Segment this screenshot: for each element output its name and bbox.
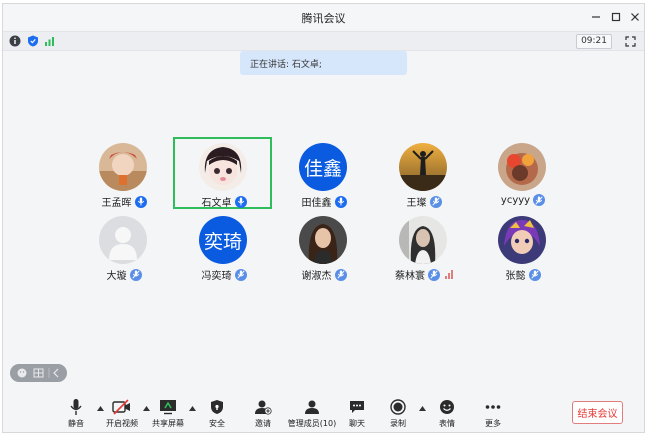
fullscreen-button[interactable] [624,35,636,47]
meeting-info-button[interactable] [9,35,21,47]
avatar: 佳鑫 [299,143,347,191]
meeting-timer: 09:21 [576,34,612,49]
participant-tile[interactable]: 蔡林寰 [374,214,474,282]
participant-tile[interactable]: ycyyy [473,141,573,207]
gallery-icon [33,368,44,378]
avatar [99,143,147,191]
microphone-muted-icon [129,268,142,281]
add-user-icon [255,400,272,415]
participant-name: 蔡林寰 [395,271,425,282]
maximize-button[interactable] [608,9,624,25]
maximize-icon [611,12,621,22]
info-icon [9,35,21,47]
security-button[interactable]: 安全 [197,398,237,429]
participant-name: 石文卓 [201,198,232,209]
title-bar: 腾讯会议 [3,4,644,30]
speaking-banner: 正在讲话: 石文卓; [240,51,407,75]
speaking-text: 正在讲话: 石文卓; [250,60,322,70]
avatar [399,216,447,264]
record-options-button[interactable] [418,405,426,411]
emoji-icon [17,368,27,378]
participant-name: 王璨 [406,198,427,209]
avatar [498,216,546,264]
participant-tile[interactable]: 王璨 [374,141,474,209]
meeting-toolbar: 静音 开启视频 共享屏幕 安全 邀请 管理成员(10) 聊天 录制 表情 更多 [3,392,644,432]
emoji-icon [440,400,454,414]
caret-up-icon [418,405,426,411]
record-button[interactable]: 录制 [378,398,418,429]
reactions-button[interactable]: 表情 [427,398,467,429]
shield-icon [211,400,223,414]
participant-tile[interactable]: 石文卓 [174,141,274,209]
chevron-left-icon [53,368,59,378]
participant-name: 谢淑杰 [301,271,332,282]
microphone-muted-icon [533,194,546,206]
more-icon [485,405,501,409]
microphone-icon [70,399,82,415]
participant-name: 田佳鑫 [301,198,332,209]
floating-view-controls [10,364,67,382]
participant-tile[interactable]: 谢淑杰 [274,214,374,282]
microphone-muted-icon [234,268,247,281]
meeting-window: 腾讯会议 09:21 正在讲话: 石文卓; 王孟晖 石文卓 佳鑫 田佳鑫 王璨 … [2,3,645,433]
record-icon [390,399,406,415]
microphone-muted-icon [429,195,442,208]
participant-name: ycyyy [500,194,531,206]
participant-tile[interactable]: 大璇 [74,214,174,282]
avatar [199,143,247,191]
more-button[interactable]: 更多 [473,398,513,429]
microphone-icon [334,195,347,208]
close-button[interactable] [627,9,643,25]
invite-button[interactable]: 邀请 [243,398,283,429]
participant-tile[interactable]: 王孟晖 [74,141,174,209]
caret-up-icon [188,405,196,411]
status-bar: 09:21 [3,31,644,51]
members-icon [305,400,319,414]
participant-tile[interactable]: 佳鑫 田佳鑫 [274,141,374,209]
participant-tile[interactable]: 奕琦 冯奕琦 [174,214,274,282]
shield-icon [28,35,38,47]
share-screen-button[interactable]: 共享屏幕 [148,398,188,429]
chat-icon [350,401,364,413]
start-video-button[interactable]: 开启视频 [102,398,142,429]
avatar: 奕琦 [199,216,247,264]
end-meeting-button[interactable]: 结束会议 [572,401,623,424]
avatar [399,143,447,191]
mute-button[interactable]: 静音 [56,398,96,429]
participant-name: 冯奕琦 [201,271,232,282]
share-screen-icon [160,400,176,415]
close-icon [631,13,639,21]
fullscreen-icon [624,35,636,47]
audio-level-icon [445,270,453,279]
window-title: 腾讯会议 [301,12,346,25]
signal-bars-icon [45,37,54,46]
avatar [498,143,546,191]
microphone-muted-icon [428,268,440,281]
participant-name: 张懿 [505,271,526,282]
chat-button[interactable]: 聊天 [337,398,377,429]
microphone-muted-icon [528,268,541,281]
microphone-icon [134,195,147,208]
microphone-icon [234,195,247,208]
microphone-muted-icon [334,268,347,281]
participant-name: 王孟晖 [101,198,132,209]
minimize-icon [592,16,600,18]
manage-members-button[interactable]: 管理成员(10) [288,398,336,429]
camera-off-icon [112,399,130,415]
network-status-button[interactable] [44,35,56,47]
share-options-button[interactable] [188,405,196,411]
default-avatar [99,216,147,264]
participant-name: 大璇 [106,271,127,282]
avatar [299,216,347,264]
encryption-button[interactable] [27,35,39,47]
minimize-button[interactable] [588,9,604,25]
participant-tile[interactable]: 张懿 [473,214,573,282]
